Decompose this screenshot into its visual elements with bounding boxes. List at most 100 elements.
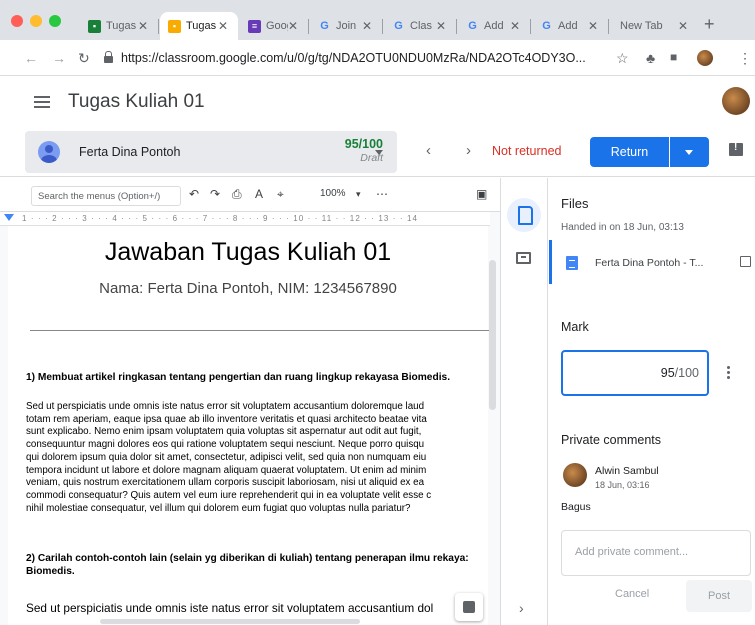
close-tab-icon[interactable]: ✕ [678, 19, 692, 33]
classroom-icon: ▪ [168, 19, 181, 33]
student-avatar [38, 141, 60, 163]
private-comments-heading: Private comments [561, 433, 662, 447]
student-selector[interactable]: Ferta Dina Pontoh 95/100 Draft [25, 131, 397, 173]
close-tab-icon[interactable]: ✕ [138, 19, 152, 33]
browser-menu-icon[interactable]: ⋮ [738, 50, 752, 67]
browser-tab[interactable]: G Clas ✕ [384, 12, 456, 40]
image-icon[interactable]: ▣ [476, 187, 487, 201]
forward-icon[interactable]: → [52, 50, 66, 66]
new-tab-icon[interactable]: + [704, 14, 715, 35]
grade-value: 95/100 [344, 137, 383, 151]
url-field[interactable]: https://classroom.google.com/u/0/g/tg/ND… [104, 46, 594, 70]
more-options-icon[interactable] [727, 366, 730, 379]
extension-icon[interactable]: ■ [670, 50, 677, 64]
close-tab-icon[interactable]: ✕ [588, 19, 602, 33]
lock-icon [104, 51, 113, 63]
menu-icon[interactable] [34, 96, 50, 108]
doc-heading: Jawaban Tugas Kuliah 01 [104, 238, 392, 266]
search-menus-input[interactable]: Search the menus (Option+/) [31, 186, 181, 206]
page-title: Tugas Kuliah 01 [68, 91, 205, 112]
document-page: Jawaban Tugas Kuliah 01 Nama: Ferta Dina… [8, 226, 490, 625]
student-name: Ferta Dina Pontoh [79, 145, 181, 159]
comment-author-avatar [563, 463, 587, 487]
close-tab-icon[interactable]: ✕ [218, 19, 232, 33]
browser-tab[interactable]: New Tab ✕ [612, 12, 698, 40]
mark-total: /100 [674, 366, 699, 380]
document-viewer: Search the menus (Option+/) ↶ ↷ ⎙ A ⌖ 10… [0, 178, 500, 625]
doc-paragraph-1: Sed ut perspiciatis unde omnis iste natu… [26, 401, 432, 514]
close-tab-icon[interactable]: ✕ [510, 19, 524, 33]
zoom-chevron-down-icon[interactable]: ▾ [356, 189, 361, 200]
file-name: Ferta Dina Pontoh - T... [595, 257, 704, 269]
doc-question-2: 2) Carilah contoh-contoh lain (selain yg… [26, 553, 469, 577]
close-tab-icon[interactable]: ✕ [288, 19, 302, 33]
open-in-new-icon[interactable] [740, 256, 751, 267]
close-window-button[interactable] [11, 15, 23, 27]
zoom-select[interactable]: 100% [320, 188, 346, 199]
explore-button[interactable] [455, 593, 483, 621]
cancel-button[interactable]: Cancel [615, 588, 649, 600]
browser-tab[interactable]: G Add ✕ [458, 12, 530, 40]
chevron-down-icon[interactable] [375, 150, 383, 155]
browser-tab[interactable]: G Join ✕ [310, 12, 382, 40]
return-button[interactable]: Return [590, 137, 669, 167]
extension-icon[interactable]: ♣ [646, 50, 655, 66]
mark-heading: Mark [561, 320, 589, 334]
indent-marker[interactable] [4, 214, 14, 221]
google-icon: G [320, 20, 329, 32]
grading-panel: Files Handed in on 18 Jun, 03:13 Ferta D… [549, 178, 755, 625]
zoom-window-button[interactable] [49, 15, 61, 27]
return-status: Not returned [492, 144, 562, 158]
more-icon[interactable]: ⋯ [376, 187, 388, 201]
account-avatar[interactable] [722, 87, 750, 115]
doc-subheading: Nama: Ferta Dina Pontoh, NIM: 1234567890 [99, 280, 397, 297]
spellcheck-icon[interactable]: A [255, 187, 263, 201]
print-icon[interactable]: ⎙ [232, 187, 242, 202]
close-tab-icon[interactable]: ✕ [362, 19, 376, 33]
forms-icon: ≡ [248, 19, 261, 33]
return-options-button[interactable] [670, 137, 709, 167]
doc-question-1: 1) Membuat artikel ringkasan tentang pen… [26, 372, 451, 383]
browser-tab[interactable]: ▪ Tugas ✕ [80, 12, 158, 40]
profile-avatar[interactable] [697, 50, 713, 66]
chevron-right-icon[interactable]: › [519, 600, 524, 616]
comment-time: 18 Jun, 03:16 [595, 480, 650, 490]
mark-input[interactable]: 95/100 [561, 350, 709, 396]
student-bar: Ferta Dina Pontoh 95/100 Draft ‹ › Not r… [0, 127, 755, 177]
ruler: 1 · · · 2 · · · 3 · · · 4 · · · 5 · · · … [0, 212, 490, 226]
reload-icon[interactable]: ↻ [78, 50, 90, 67]
google-icon: G [468, 20, 477, 32]
minimize-window-button[interactable] [30, 15, 42, 27]
files-tab-icon[interactable] [507, 198, 541, 232]
address-bar: ← → ↻ https://classroom.google.com/u/0/g… [0, 40, 755, 76]
browser-tab[interactable]: G Add ✕ [532, 12, 608, 40]
doc-paragraph-2: Sed ut perspiciatis unde omnis iste natu… [26, 601, 434, 615]
browser-tab-active[interactable]: ▪ Tugas ✕ [160, 12, 238, 40]
doc-scrollbar[interactable] [489, 260, 496, 410]
back-icon[interactable]: ← [24, 50, 38, 66]
side-rail: › [500, 178, 548, 625]
handed-in-text: Handed in on 18 Jun, 03:13 [561, 222, 684, 233]
attached-file[interactable]: Ferta Dina Pontoh - T... [549, 240, 755, 284]
comment-text: Bagus [561, 501, 591, 513]
previous-student-icon[interactable]: ‹ [426, 142, 431, 159]
ruler-ticks: 1 · · · 2 · · · 3 · · · 4 · · · 5 · · · … [22, 214, 419, 223]
feedback-icon[interactable] [729, 142, 743, 156]
browser-tab[interactable]: ≡ Goog ✕ [240, 12, 308, 40]
post-button[interactable]: Post [686, 580, 752, 612]
redo-icon[interactable]: ↷ [210, 187, 220, 201]
classroom-header: Tugas Kuliah 01 [0, 77, 755, 127]
url-text: https://classroom.google.com/u/0/g/tg/ND… [121, 51, 586, 65]
private-comment-input[interactable]: Add private comment... [561, 530, 751, 576]
google-icon: G [394, 20, 403, 32]
comment-author: Alwin Sambul [595, 465, 659, 477]
next-student-icon[interactable]: › [466, 142, 471, 159]
close-tab-icon[interactable]: ✕ [436, 19, 450, 33]
undo-icon[interactable]: ↶ [189, 187, 199, 201]
files-heading: Files [561, 196, 589, 211]
doc-horizontal-scrollbar[interactable] [100, 619, 360, 624]
google-icon: G [542, 20, 551, 32]
star-icon[interactable]: ☆ [616, 50, 629, 67]
comments-tab-icon[interactable] [516, 252, 531, 264]
paint-format-icon[interactable]: ⌖ [277, 187, 284, 202]
